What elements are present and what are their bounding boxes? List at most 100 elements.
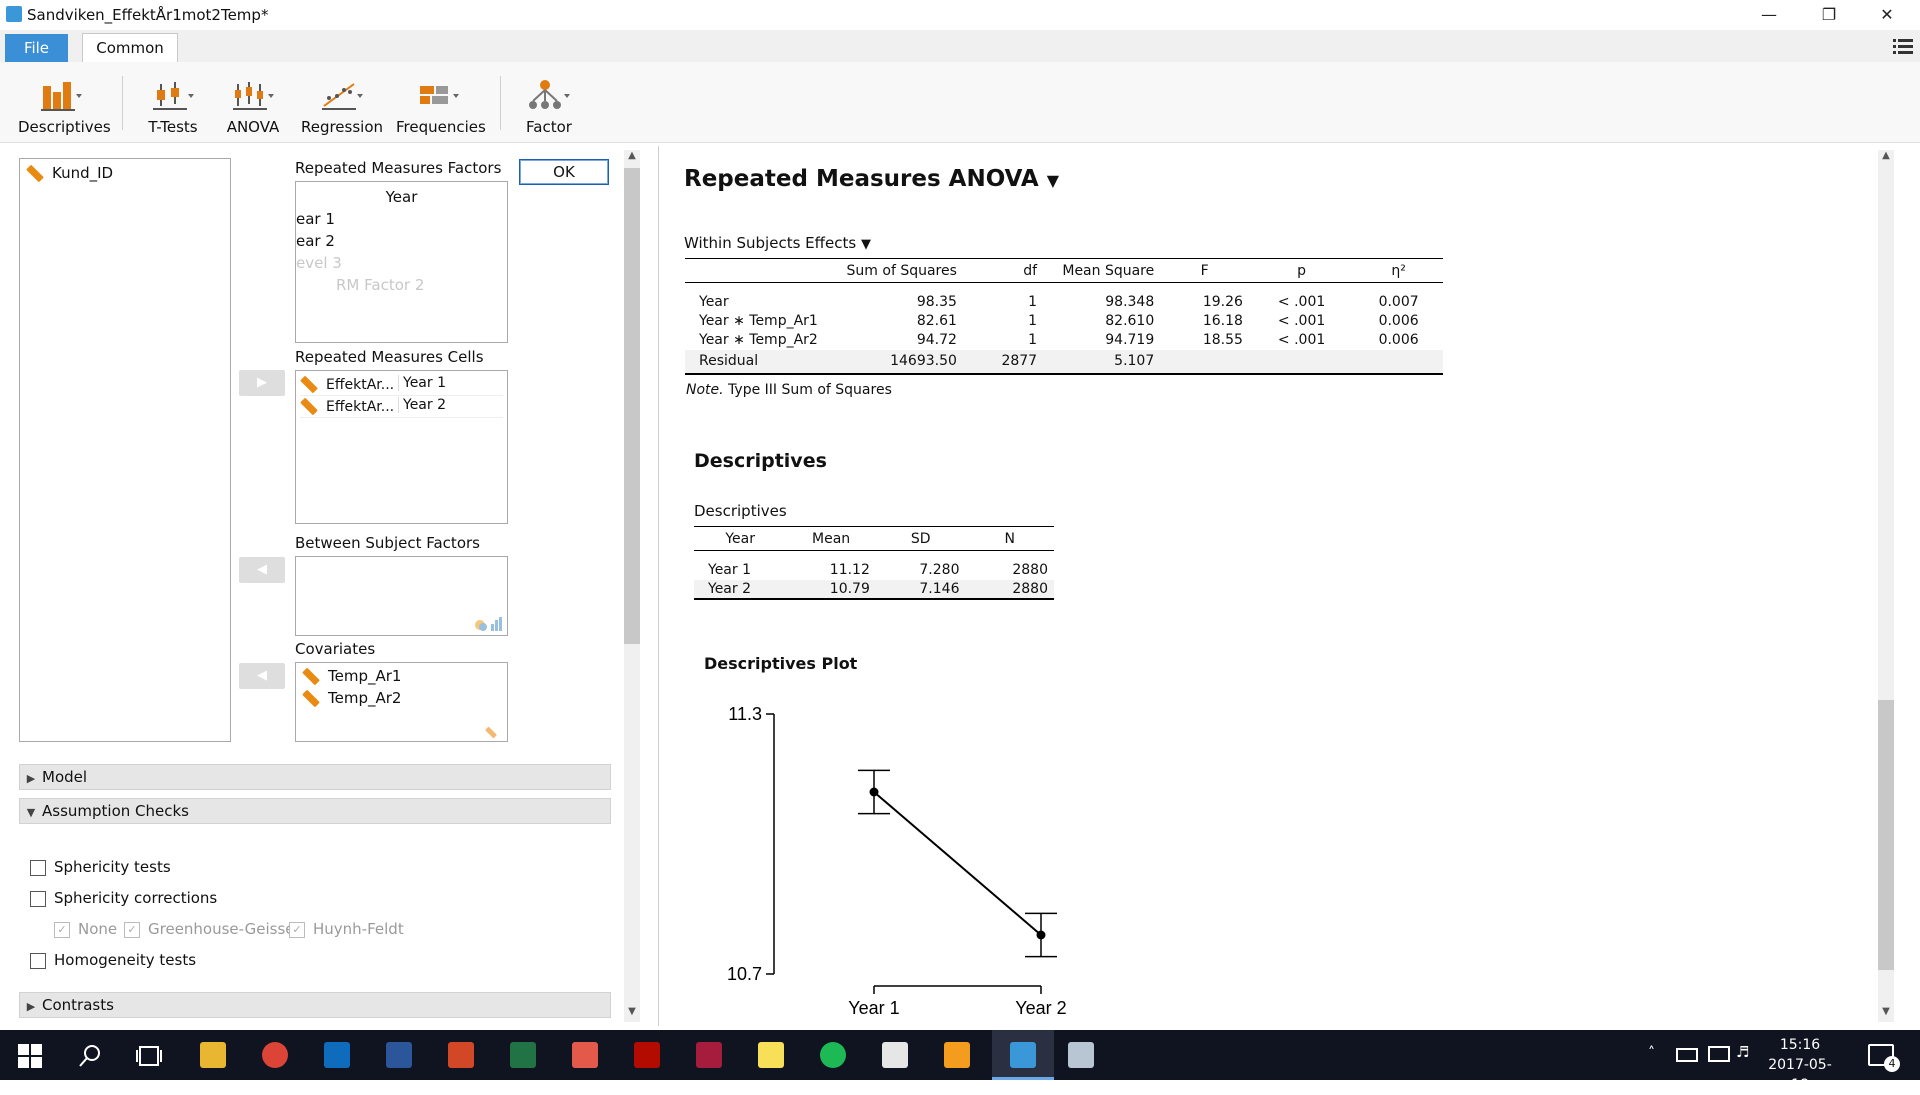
table-note: Note. Type III Sum of Squares (686, 382, 892, 398)
none-checkbox[interactable]: ✓ None (54, 920, 117, 938)
close-button[interactable]: ✕ (1864, 0, 1910, 30)
regression-button[interactable]: Regression (300, 78, 384, 136)
acrobat-icon[interactable] (634, 1042, 660, 1068)
rm-level-item[interactable]: ear 2 (296, 232, 335, 250)
ttests-button[interactable]: T-Tests (142, 78, 204, 136)
model-section-header[interactable]: ▶ Model (19, 764, 611, 790)
rm-level-placeholder[interactable]: evel 3 (296, 254, 342, 272)
outlook-icon[interactable] (324, 1042, 350, 1068)
mendeley-icon[interactable] (696, 1042, 722, 1068)
table-row: Year 2 10.79 7.146 2880 (694, 579, 1054, 599)
sphericity-tests-checkbox[interactable]: Sphericity tests (30, 858, 171, 876)
sticky-notes-icon[interactable] (758, 1042, 784, 1068)
rm-factors-box[interactable]: Year ear 1 ear 2 evel 3 RM Factor 2 (295, 181, 508, 343)
rm-cell-row[interactable]: EffektAr... Year 1 (300, 375, 503, 396)
notification-badge: 4 (1884, 1056, 1900, 1072)
anova-icon (233, 82, 274, 110)
checkbox-icon (30, 952, 46, 969)
chrome-icon[interactable] (262, 1042, 288, 1068)
rm-factor-name[interactable]: Year (296, 188, 507, 206)
battery-icon[interactable] (1676, 1048, 1698, 1062)
greenhouse-geisser-checkbox[interactable]: ✓ Greenhouse-Geisser (124, 920, 301, 938)
task-view-icon[interactable] (136, 1044, 162, 1068)
spotify-icon[interactable] (820, 1042, 846, 1068)
excel-icon[interactable] (510, 1042, 536, 1068)
huynh-feldt-checkbox[interactable]: ✓ Huynh-Feldt (289, 920, 404, 938)
scale-variable-icon (300, 397, 318, 416)
tab-file[interactable]: File (5, 34, 68, 62)
volume-icon[interactable]: ♬ (1736, 1043, 1749, 1061)
calculator-icon[interactable] (882, 1042, 908, 1068)
column-header: Year (725, 530, 755, 547)
x-tick-label: Year 1 (848, 998, 899, 1018)
contrasts-section-header[interactable]: ▶ Contrasts (19, 992, 611, 1018)
ttests-icon (153, 82, 194, 110)
powerpoint-icon[interactable] (448, 1042, 474, 1068)
document-app-icon[interactable] (944, 1042, 970, 1068)
rm-factor-placeholder[interactable]: RM Factor 2 (336, 276, 424, 294)
scroll-up-arrow-icon[interactable]: ▲ (1878, 150, 1894, 161)
tab-common[interactable]: Common (82, 33, 178, 63)
nominal-ordinal-icon (475, 617, 502, 631)
windows-start-icon[interactable] (18, 1044, 42, 1068)
descriptives-table-label[interactable]: Descriptives (694, 502, 787, 520)
frequencies-button[interactable]: Frequencies (396, 78, 486, 136)
covariate-item[interactable]: Temp_Ar1 (302, 667, 401, 686)
toolbar-separator (122, 76, 123, 130)
x-tick-label: Year 2 (1015, 998, 1066, 1018)
scroll-up-arrow-icon[interactable]: ▲ (624, 150, 640, 161)
descriptives-heading[interactable]: Descriptives (694, 450, 827, 472)
homogeneity-tests-checkbox[interactable]: Homogeneity tests (30, 951, 196, 969)
rm-cell-row[interactable]: EffektAr... Year 2 (300, 397, 503, 418)
column-header: Sum of Squares (846, 262, 957, 279)
covariates-box[interactable]: Temp_Ar1 Temp_Ar2 (295, 662, 508, 742)
dropdown-triangle-icon[interactable]: ▼ (1047, 171, 1059, 190)
rm-level-item[interactable]: ear 1 (296, 210, 335, 228)
expand-triangle-icon: ▶ (26, 772, 36, 785)
anova-button[interactable]: ANOVA (222, 78, 284, 136)
scale-hint-icon (484, 726, 498, 739)
wse-label[interactable]: Within Subjects Effects ▼ (684, 234, 871, 252)
tray-clock[interactable]: 15:16 2017-05-18 (1760, 1035, 1840, 1095)
move-left-arrow-icon[interactable]: ◀ (239, 557, 285, 583)
scroll-down-arrow-icon[interactable]: ▼ (1878, 1006, 1894, 1017)
file-explorer-icon[interactable] (200, 1042, 226, 1068)
network-icon[interactable] (1708, 1046, 1730, 1062)
series-line (873, 791, 1042, 936)
assumption-checks-section-header[interactable]: ▼ Assumption Checks (19, 798, 611, 824)
y-tick-label: 10.7 (727, 964, 762, 984)
hamburger-menu-icon[interactable] (1893, 38, 1913, 56)
factor-button[interactable]: Factor (518, 78, 580, 136)
sphericity-corrections-checkbox[interactable]: Sphericity corrections (30, 889, 217, 907)
results-title[interactable]: Repeated Measures ANOVA ▼ (684, 166, 1059, 192)
table-row: Year ∗ Temp_Ar1 82.61 1 82.610 16.18 < .001 0.… (699, 313, 1419, 329)
move-right-arrow-icon[interactable]: ▶ (239, 370, 285, 396)
variable-item[interactable]: Kund_ID (26, 164, 113, 183)
ok-button[interactable]: OK (519, 159, 609, 185)
options-scrollbar-thumb[interactable] (624, 168, 640, 644)
variable-list[interactable]: Kund_ID (19, 158, 231, 742)
covariate-item[interactable]: Temp_Ar2 (302, 689, 401, 708)
minimize-button[interactable]: — (1746, 0, 1792, 30)
frequencies-icon (420, 86, 459, 104)
restore-button[interactable]: ❐ (1806, 0, 1852, 30)
data-point (869, 787, 879, 797)
search-icon[interactable] (78, 1044, 102, 1068)
rm-cells-box[interactable]: EffektAr... Year 1 EffektAr... Year 2 (295, 370, 508, 524)
frequencies-label: Frequencies (396, 118, 486, 136)
dropdown-triangle-icon[interactable]: ▼ (861, 237, 871, 252)
between-factors-box[interactable] (295, 556, 508, 636)
factor-icon (529, 80, 570, 109)
descriptives-button[interactable]: Descriptives (18, 78, 111, 136)
descriptives-table: Year Mean SD N Year 1 11.12 7.280 2880 Year… (694, 526, 1054, 600)
results-scrollbar-thumb[interactable] (1878, 700, 1894, 970)
word-icon[interactable] (386, 1042, 412, 1068)
move-left-arrow-icon[interactable]: ◀ (239, 663, 285, 689)
tray-chevron-up-icon[interactable]: ˄ (1648, 1045, 1655, 1061)
remote-desktop-icon[interactable] (1068, 1042, 1094, 1068)
scroll-down-arrow-icon[interactable]: ▼ (624, 1006, 640, 1017)
jasp-app-icon (6, 6, 22, 22)
pdf-star-icon[interactable] (572, 1042, 598, 1068)
anova-label: ANOVA (226, 118, 280, 136)
descriptives-plot-title[interactable]: Descriptives Plot (704, 654, 857, 673)
